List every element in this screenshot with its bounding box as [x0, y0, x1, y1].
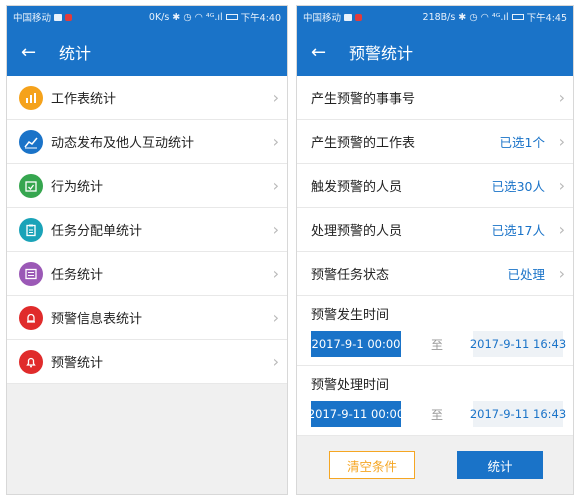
notification-icon [54, 13, 63, 21]
bar-chart-icon [19, 85, 43, 110]
signal-icon: ⁴ᴳ.ıl [491, 11, 509, 23]
stat-menu-item[interactable]: 行为统计 › [7, 164, 287, 208]
filter-row-trigger-person[interactable]: 触发预警的人员 已选30人 › [297, 164, 573, 208]
chevron-right-icon: › [272, 176, 279, 195]
stat-menu-label: 行为统计 [51, 180, 104, 195]
left-screen: 中国移动 0K/s ✱ ◷ ◠ ⁴ᴳ.ıl 下午4:40 ← 统计 工作表统计 ›… [6, 5, 288, 495]
carrier-label: 中国移动 [13, 13, 52, 24]
time-range-label: 预警处理时间 [311, 378, 390, 393]
chevron-right-icon: › [558, 264, 565, 283]
end-time-button[interactable]: 2017-9-11 16:43 [470, 401, 566, 427]
clock: 下午4:40 [240, 13, 281, 24]
filter-value: 已选17人 [491, 223, 545, 238]
stat-menu-item[interactable]: 预警信息表统计 › [7, 296, 287, 340]
chevron-right-icon: › [272, 308, 279, 327]
filter-label: 产生预警的工作表 [311, 136, 416, 151]
time-range-handle: 预警处理时间 2017-9-11 00:00 至 2017-9-11 16:43 [297, 366, 573, 436]
stat-menu-label: 任务统计 [51, 268, 104, 283]
start-time-button[interactable]: 2017-9-11 00:00 [308, 401, 404, 427]
time-range-occur: 预警发生时间 2017-9-1 00:00 至 2017-9-11 16:43 [297, 296, 573, 366]
clear-conditions-button[interactable]: 清空条件 [329, 451, 415, 479]
status-bar: 中国移动 218B/s ✱ ◷ ◠ ⁴ᴳ.ıl 下午4:45 [297, 6, 573, 28]
chevron-right-icon: › [272, 352, 279, 371]
stat-menu-label: 动态发布及他人互动统计 [51, 136, 195, 151]
carrier-label: 中国移动 [303, 13, 342, 24]
right-screen: 中国移动 218B/s ✱ ◷ ◠ ⁴ᴳ.ıl 下午4:45 ← 预警统计 产生… [296, 5, 574, 495]
bell-icon [19, 349, 43, 374]
stat-menu-item[interactable]: 任务统计 › [7, 252, 287, 296]
filter-row-worksheet[interactable]: 产生预警的工作表 已选1个 › [297, 120, 573, 164]
range-separator: 至 [430, 407, 443, 422]
alarm-clock-icon: ◷ [469, 11, 478, 23]
filter-list: 产生预警的事事号 › 产生预警的工作表 已选1个 › 触发预警的人员 已选30人… [297, 76, 573, 436]
stat-menu-list: 工作表统计 › 动态发布及他人互动统计 › 行为统计 › 任务分配单统计 › 任务统计 › 预警信息… [7, 76, 287, 384]
notification-icon [344, 13, 353, 21]
filter-label: 产生预警的事事号 [311, 92, 416, 107]
chevron-right-icon: › [558, 88, 565, 107]
filter-value: 已选30人 [491, 179, 545, 194]
filter-label: 处理预警的人员 [311, 224, 403, 239]
chevron-right-icon: › [558, 176, 565, 195]
start-time-button[interactable]: 2017-9-1 00:00 [311, 331, 401, 357]
filter-value: 已处理 [507, 267, 545, 282]
stat-menu-item[interactable]: 任务分配单统计 › [7, 208, 287, 252]
end-time-button[interactable]: 2017-9-11 16:43 [470, 331, 566, 357]
chevron-right-icon: › [272, 220, 279, 239]
stat-menu-label: 任务分配单统计 [51, 224, 143, 239]
back-arrow-icon[interactable]: ← [21, 42, 47, 63]
bluetooth-icon: ✱ [172, 11, 181, 23]
time-range-label: 预警发生时间 [311, 308, 390, 323]
app-notification-icon [355, 13, 363, 21]
net-speed: 218B/s [422, 11, 456, 23]
net-speed: 0K/s [148, 11, 170, 23]
back-arrow-icon[interactable]: ← [311, 42, 337, 63]
page-title: 统计 [59, 44, 92, 63]
filter-label: 触发预警的人员 [311, 180, 403, 195]
filter-row-event-number[interactable]: 产生预警的事事号 › [297, 76, 573, 120]
wifi-icon: ◠ [480, 11, 489, 23]
app-bar: ← 预警统计 [297, 28, 573, 76]
bluetooth-icon: ✱ [458, 11, 467, 23]
list-icon [19, 261, 43, 286]
stat-menu-label: 工作表统计 [51, 92, 117, 107]
stat-menu-item[interactable]: 工作表统计 › [7, 76, 287, 120]
filter-row-handler-person[interactable]: 处理预警的人员 已选17人 › [297, 208, 573, 252]
calendar-check-icon [19, 173, 43, 198]
filter-value: 已选1个 [499, 135, 545, 150]
alarm-icon [19, 305, 43, 330]
stat-menu-item[interactable]: 预警统计 › [7, 340, 287, 384]
clock: 下午4:45 [526, 13, 567, 24]
status-bar: 中国移动 0K/s ✱ ◷ ◠ ⁴ᴳ.ıl 下午4:40 [7, 6, 287, 28]
page-title: 预警统计 [349, 44, 414, 63]
stat-menu-label: 预警信息表统计 [51, 312, 143, 327]
app-bar: ← 统计 [7, 28, 287, 76]
line-chart-icon [19, 129, 43, 154]
stat-menu-item[interactable]: 动态发布及他人互动统计 › [7, 120, 287, 164]
chevron-right-icon: › [272, 264, 279, 283]
stat-menu-label: 预警统计 [51, 356, 104, 371]
run-statistics-button[interactable]: 统计 [457, 451, 543, 479]
clipboard-icon [19, 217, 43, 242]
signal-icon: ⁴ᴳ.ıl [205, 11, 223, 23]
chevron-right-icon: › [272, 88, 279, 107]
chevron-right-icon: › [558, 220, 565, 239]
wifi-icon: ◠ [194, 11, 203, 23]
battery-icon [225, 14, 238, 20]
alarm-clock-icon: ◷ [183, 11, 192, 23]
app-notification-icon [65, 13, 73, 21]
filter-row-task-status[interactable]: 预警任务状态 已处理 › [297, 252, 573, 296]
filter-label: 预警任务状态 [311, 268, 390, 283]
chevron-right-icon: › [272, 132, 279, 151]
chevron-right-icon: › [558, 132, 565, 151]
action-footer: 清空条件 统计 [297, 436, 573, 494]
battery-icon [511, 14, 524, 20]
range-separator: 至 [430, 337, 443, 352]
